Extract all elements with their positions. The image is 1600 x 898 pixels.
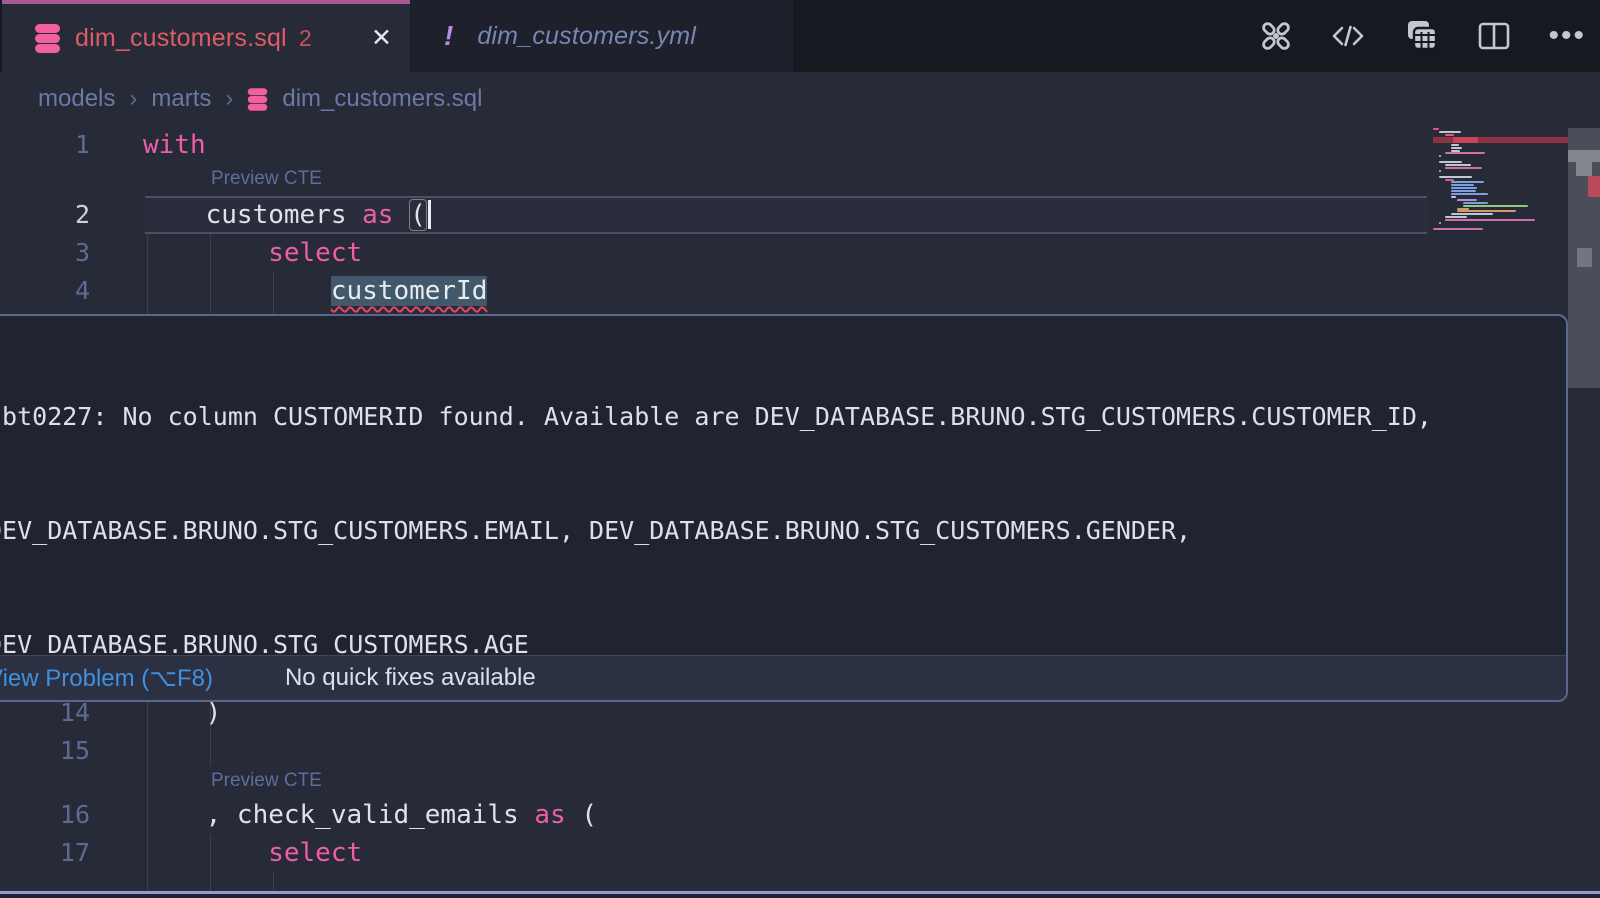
scrollbar-marker bbox=[1576, 162, 1592, 176]
error-hover-panel: dbt0227: No column CUSTOMERID found. Ava… bbox=[0, 314, 1568, 702]
codelens-preview-cte[interactable]: Preview CTE bbox=[211, 766, 322, 796]
code-line-3[interactable]: 3 select bbox=[0, 234, 1427, 272]
database-icon bbox=[247, 87, 268, 112]
close-icon[interactable]: ✕ bbox=[371, 23, 392, 53]
line-number: 17 bbox=[0, 834, 90, 872]
query-results-icon[interactable] bbox=[1402, 19, 1440, 53]
breadcrumb-file[interactable]: dim_customers.sql bbox=[282, 85, 482, 113]
tab-dim-customers-yml[interactable]: ! dim_customers.yml bbox=[410, 0, 793, 72]
code-line-15[interactable]: 15 bbox=[0, 732, 1427, 770]
view-problem-link[interactable]: View Problem (⌥F8) bbox=[0, 664, 213, 693]
hover-status-bar: View Problem (⌥F8) No quick fixes availa… bbox=[0, 655, 1566, 700]
database-icon bbox=[34, 23, 61, 54]
line-number: 16 bbox=[0, 796, 90, 834]
code-line-17[interactable]: 17 select bbox=[0, 834, 1427, 872]
highlighted-identifier: customerId bbox=[331, 276, 488, 306]
code-line-2[interactable]: 2 customers as ( bbox=[0, 196, 1427, 234]
problem-count-badge: 2 bbox=[299, 25, 312, 52]
line-number: 4 bbox=[0, 272, 90, 310]
scrollbar-marker bbox=[1568, 150, 1600, 162]
tab-filename: dim_customers.sql bbox=[75, 24, 287, 53]
no-quick-fixes-label: No quick fixes available bbox=[285, 664, 536, 692]
line-number: 2 bbox=[0, 196, 90, 234]
more-actions-icon[interactable]: ••• bbox=[1548, 26, 1586, 46]
line-number: 1 bbox=[0, 126, 90, 164]
line-number: 15 bbox=[0, 732, 90, 770]
scrollbar-marker bbox=[1577, 248, 1592, 267]
dbt-icon[interactable] bbox=[1258, 18, 1294, 54]
error-marker bbox=[1588, 176, 1600, 197]
warning-icon: ! bbox=[444, 20, 453, 52]
code-line-16[interactable]: 16 , check_valid_emails as ( bbox=[0, 796, 1427, 834]
chevron-right-icon: › bbox=[129, 85, 137, 113]
tab-filename: dim_customers.yml bbox=[477, 22, 696, 51]
line-number: 3 bbox=[0, 234, 90, 272]
tab-dim-customers-sql[interactable]: dim_customers.sql 2 ✕ bbox=[2, 0, 410, 72]
code-preview-icon[interactable] bbox=[1330, 19, 1366, 53]
breadcrumb: models › marts › dim_customers.sql bbox=[0, 72, 1600, 126]
codelens-preview-cte[interactable]: Preview CTE bbox=[211, 164, 322, 194]
text-cursor bbox=[428, 200, 431, 229]
breadcrumb-marts[interactable]: marts bbox=[151, 85, 211, 113]
indent-guide bbox=[273, 872, 274, 891]
vscode-window: dim_customers.sql 2 ✕ ! dim_customers.ym… bbox=[0, 0, 1600, 898]
code-line-1[interactable]: 1 with bbox=[0, 126, 1427, 164]
scrollbar[interactable] bbox=[1568, 128, 1600, 388]
editor-actions: ••• bbox=[1258, 0, 1586, 72]
split-editor-icon[interactable] bbox=[1476, 19, 1512, 53]
bottom-gap bbox=[0, 894, 1600, 898]
minimap[interactable] bbox=[1433, 126, 1568, 276]
error-message: dbt0227: No column CUSTOMERID found. Ava… bbox=[0, 316, 1566, 702]
chevron-right-icon: › bbox=[225, 85, 233, 113]
code-line-4[interactable]: 4 customerId bbox=[0, 272, 1427, 310]
tab-bar: dim_customers.sql 2 ✕ ! dim_customers.ym… bbox=[0, 0, 1600, 72]
breadcrumb-models[interactable]: models bbox=[38, 85, 115, 113]
